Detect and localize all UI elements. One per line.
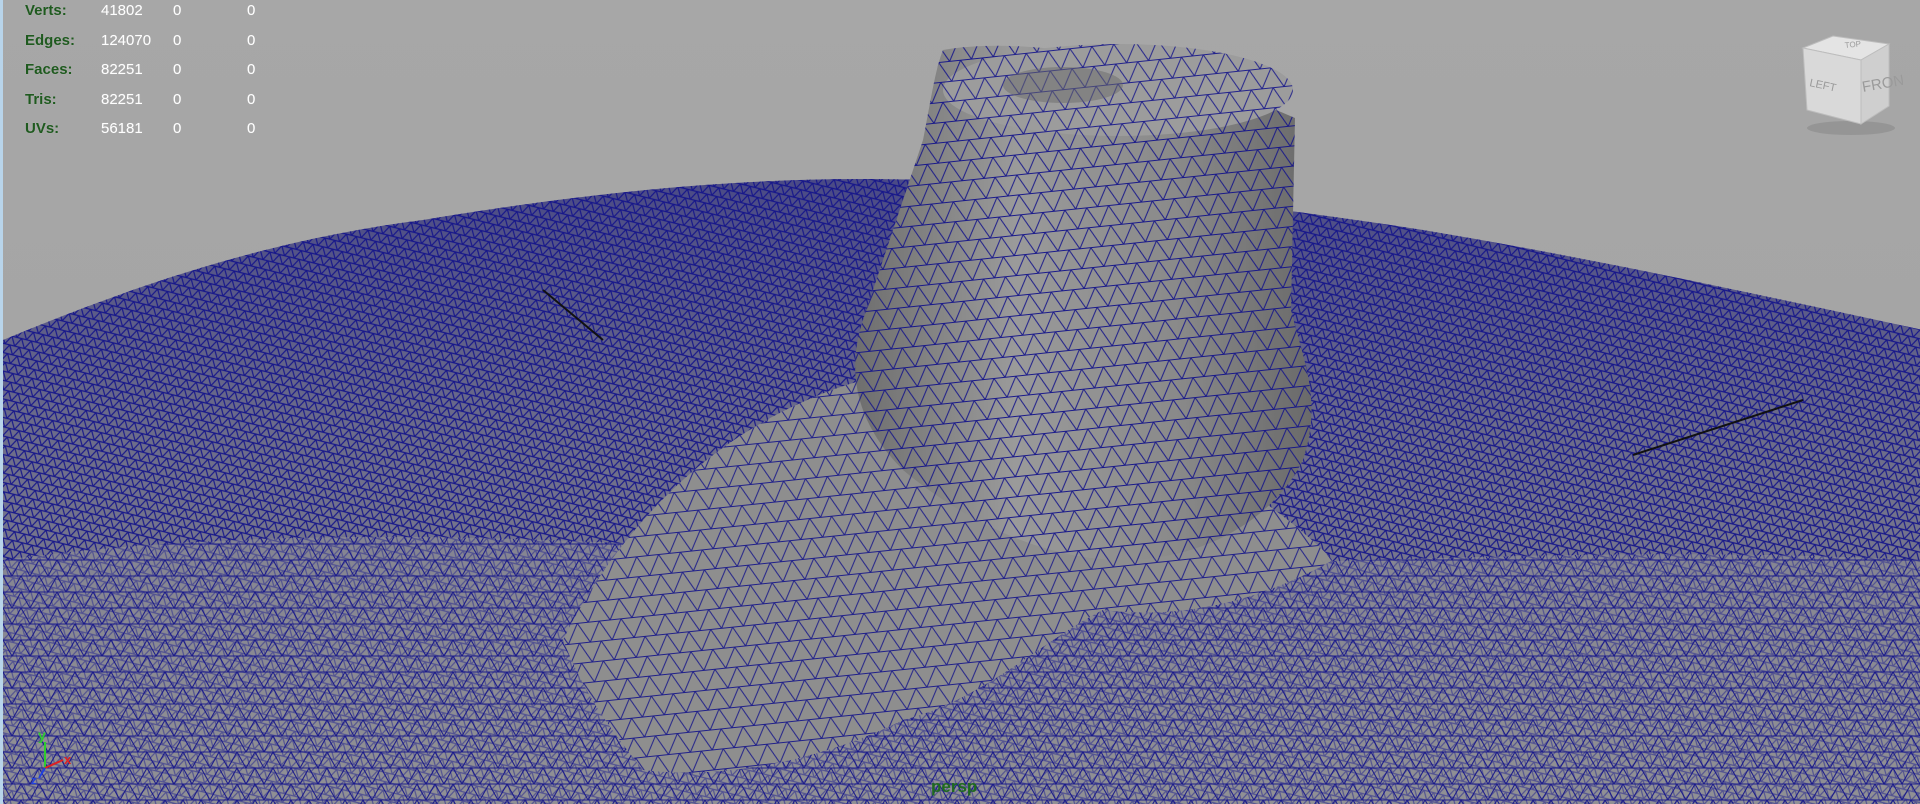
hud-value: 124070 — [101, 31, 152, 49]
wireframe-terrain-scene[interactable] — [3, 0, 1920, 804]
hud-value: 0 — [173, 31, 182, 49]
hud-value: 41802 — [101, 2, 143, 19]
hud-value: 0 — [247, 120, 256, 137]
hud-value: 0 — [173, 61, 182, 78]
hud-value: 56181 — [101, 120, 143, 137]
hud-value: 0 — [247, 61, 256, 78]
hud-value: 82251 — [101, 90, 143, 108]
hud-label: Verts: — [25, 2, 67, 19]
hud-value: 0 — [173, 90, 182, 108]
hud-label: Faces: — [25, 61, 73, 78]
hud-value: 0 — [247, 2, 256, 19]
hud-value: 0 — [247, 90, 256, 108]
axis-y-label: y — [38, 727, 46, 743]
view-cube-top-label: TOP — [1844, 39, 1861, 50]
hud-label: Tris: — [25, 90, 57, 108]
camera-name-label: persp — [931, 777, 978, 796]
hud-value: 0 — [247, 31, 256, 49]
axis-x-label: x — [64, 752, 72, 767]
hud-value: 0 — [173, 120, 182, 137]
maya-viewport[interactable]: Verts: 41802 0 0 Edges: 124070 0 0 Faces… — [0, 0, 1920, 804]
hud-value: 0 — [173, 2, 182, 19]
axis-z-label: z — [31, 775, 37, 786]
view-cube[interactable]: TOP LEFT FRONT — [1793, 30, 1903, 140]
hud-value: 82251 — [101, 61, 143, 78]
hud-label: UVs: — [25, 120, 60, 137]
hud-label: Edges: — [25, 31, 76, 49]
axis-gizmo: y x z — [31, 727, 72, 786]
